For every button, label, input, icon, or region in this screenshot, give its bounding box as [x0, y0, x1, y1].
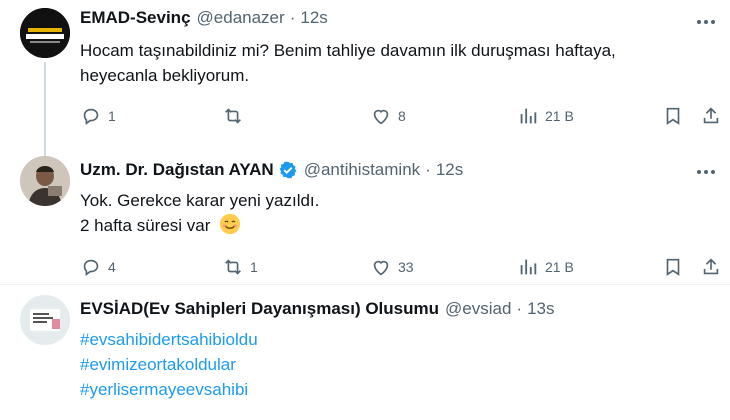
verified-badge-icon[interactable] [278, 160, 298, 180]
retweet-icon [225, 259, 241, 275]
share-button[interactable] [700, 256, 722, 278]
author-name[interactable]: EMAD-Sevinç [80, 8, 191, 28]
tweet-text: #evsahibidertsahibioldu #evimizeortakold… [80, 327, 258, 402]
tweet-header: EMAD-Sevinç @edanazer · 12s [80, 8, 328, 28]
share-icon [703, 258, 719, 275]
view-count: 21 B [545, 259, 574, 275]
author-handle[interactable]: @evsiad [445, 299, 511, 319]
view-count: 21 B [545, 108, 574, 124]
like-count: 8 [398, 108, 406, 124]
tweet-actions: 1 8 21 B [0, 105, 730, 129]
avatar[interactable] [20, 156, 70, 206]
views-icon [520, 108, 537, 124]
tweet-text-line: heyecanla bekliyorum. [80, 66, 250, 85]
reply-count: 4 [108, 259, 116, 275]
bookmark-button[interactable] [662, 256, 684, 278]
author-name[interactable]: Uzm. Dr. Dağıstan AYAN [80, 160, 274, 180]
hashtag-link[interactable]: #evimizeortakoldular [80, 352, 258, 377]
separator-dot: · [425, 160, 431, 179]
views-button[interactable]: 21 B [517, 256, 574, 278]
like-count: 33 [398, 259, 414, 275]
heart-icon [373, 260, 389, 276]
retweet-icon [225, 108, 241, 124]
author-name[interactable]: EVSİAD(Ev Sahipleri Dayanışması) Olusumu [80, 299, 439, 319]
avatar-logo-image [20, 295, 70, 345]
tweet-text-line: Yok. Gerekce karar yeni yazıldı. [80, 191, 320, 210]
tweet-text: Hocam taşınabildiniz mi? Benim tahliye d… [80, 38, 616, 88]
share-icon [703, 107, 719, 124]
retweet-button[interactable] [222, 105, 250, 127]
views-icon [520, 259, 537, 275]
tweet-actions: 4 1 33 21 B [0, 256, 730, 280]
more-options-icon[interactable] [694, 160, 718, 184]
hashtag-link[interactable]: #evsahibidertsahibioldu [80, 327, 258, 352]
tweet-2[interactable]: Uzm. Dr. Dağıstan AYAN @antihistamink · … [0, 150, 730, 288]
separator-dot: · [289, 8, 296, 27]
timestamp[interactable]: 12s [436, 160, 463, 180]
bookmark-button[interactable] [662, 105, 684, 127]
reply-button[interactable]: 1 [80, 105, 116, 127]
tweet-1[interactable]: EMAD-Sevinç @edanazer · 12s Hocam taşına… [0, 0, 730, 158]
tweet-text-line: Hocam taşınabildiniz mi? Benim tahliye d… [80, 41, 616, 60]
tweet-header: EVSİAD(Ev Sahipleri Dayanışması) Olusumu… [80, 299, 555, 319]
tweet-text-line: 2 hafta süresi var [80, 216, 211, 235]
tweet-text: Yok. Gerekce karar yeni yazıldı. 2 hafta… [80, 188, 319, 238]
avatar[interactable] [20, 8, 70, 58]
avatar[interactable] [20, 295, 70, 345]
bookmark-icon [666, 107, 680, 125]
avatar-logo-image [20, 8, 70, 58]
tweet-header: Uzm. Dr. Dağıstan AYAN @antihistamink · … [80, 160, 463, 180]
hashtag-link[interactable]: #yerlisermayeevsahibi [80, 377, 258, 402]
author-handle[interactable]: @edanazer [197, 8, 285, 28]
views-button[interactable]: 21 B [517, 105, 574, 127]
tweet-3[interactable]: EVSİAD(Ev Sahipleri Dayanışması) Olusumu… [0, 285, 730, 420]
author-handle[interactable]: @antihistamink [304, 160, 420, 180]
like-button[interactable]: 33 [370, 256, 414, 278]
separator-dot: · [516, 299, 523, 318]
heart-icon [373, 109, 389, 125]
like-button[interactable]: 8 [370, 105, 406, 127]
reply-icon [83, 108, 99, 125]
avatar-photo-image [20, 156, 70, 206]
retweet-count: 1 [250, 259, 258, 275]
timestamp[interactable]: 12s [300, 8, 327, 28]
more-options-icon[interactable] [694, 10, 718, 34]
reply-button[interactable]: 4 [80, 256, 116, 278]
tweet-text-line-with-emoji: 2 hafta süresi var [80, 213, 319, 238]
smiling-face-emoji-icon [220, 213, 241, 235]
timestamp[interactable]: 13s [527, 299, 554, 319]
share-button[interactable] [700, 105, 722, 127]
reply-icon [83, 259, 99, 276]
reply-count: 1 [108, 108, 116, 124]
bookmark-icon [666, 258, 680, 276]
retweet-button[interactable]: 1 [222, 256, 258, 278]
